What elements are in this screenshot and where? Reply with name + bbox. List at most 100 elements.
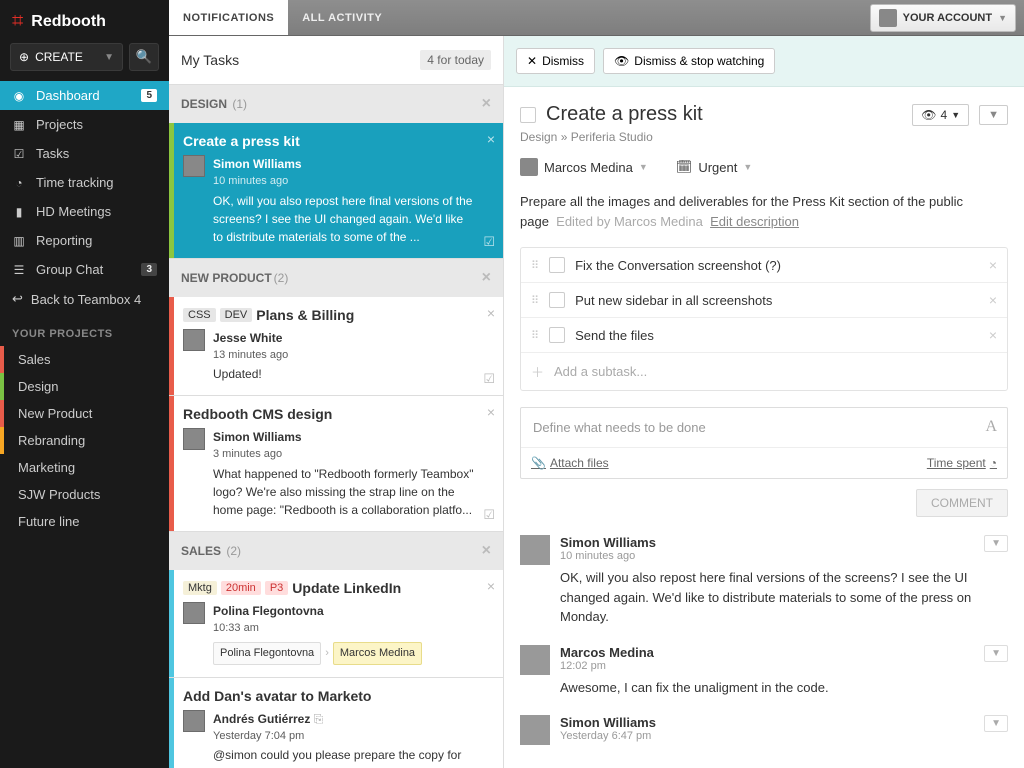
section-design: DESIGN (1)×: [169, 85, 503, 123]
logo[interactable]: ⌗ Redbooth: [0, 0, 169, 43]
subtask-text: Send the files: [575, 328, 654, 343]
comment-input[interactable]: Define what needs to be doneA: [521, 408, 1007, 447]
btn-label: Dismiss & stop watching: [634, 54, 764, 68]
drag-icon[interactable]: ⠿: [531, 294, 539, 307]
thread-menu[interactable]: ▼: [984, 645, 1008, 662]
close-icon[interactable]: ×: [482, 269, 491, 287]
sidebar-item-tasks[interactable]: ☑Tasks: [0, 139, 169, 168]
for-today-badge: 4 for today: [420, 50, 491, 70]
font-icon[interactable]: A: [985, 418, 997, 436]
time-spent-link[interactable]: Time spent◔: [927, 456, 997, 470]
arrow-icon: ›: [325, 645, 329, 662]
close-icon[interactable]: ×: [487, 131, 495, 147]
project-sales[interactable]: Sales: [0, 346, 169, 373]
thread-menu[interactable]: ▼: [984, 715, 1008, 732]
check-icon[interactable]: ☑: [483, 371, 495, 387]
project-newproduct[interactable]: New Product: [0, 400, 169, 427]
subtask-row[interactable]: ⠿Put new sidebar in all screenshots×: [521, 283, 1007, 318]
tag: P3: [265, 581, 288, 595]
task-title: Update LinkedIn: [292, 580, 401, 596]
project-sjw[interactable]: SJW Products: [0, 481, 169, 508]
sidebar-item-dashboard[interactable]: ◉ Dashboard 5: [0, 81, 169, 110]
drag-icon[interactable]: ⠿: [531, 259, 539, 272]
task-card-press[interactable]: Create a press kit × Simon Williams 10 m…: [169, 123, 503, 259]
task-author: Simon Williams: [213, 155, 475, 173]
task-time: 3 minutes ago: [213, 446, 475, 463]
add-subtask-row[interactable]: ＋Add a subtask...: [521, 353, 1007, 390]
task-card-plans[interactable]: CSSDEVPlans & Billing × Jesse White13 mi…: [169, 297, 503, 397]
task-title: Add Dan's avatar to Marketo: [183, 688, 475, 704]
close-icon[interactable]: ×: [487, 578, 495, 594]
back-icon: ↩: [12, 291, 23, 307]
chevron-down-icon: ▼: [104, 52, 114, 63]
close-icon[interactable]: ×: [482, 542, 491, 560]
subtask-text: Fix the Conversation screenshot (?): [575, 258, 781, 273]
drag-icon[interactable]: ⠿: [531, 329, 539, 342]
project-future[interactable]: Future line: [0, 508, 169, 535]
tab-notifications[interactable]: NOTIFICATIONS: [169, 0, 288, 35]
create-button[interactable]: ⊕ CREATE ▼: [10, 43, 123, 71]
task-card-dan[interactable]: Add Dan's avatar to Marketo Andrés Gutié…: [169, 678, 503, 768]
close-icon[interactable]: ×: [482, 95, 491, 113]
sidebar-item-hd[interactable]: ▮HD Meetings: [0, 197, 169, 226]
project-marketing[interactable]: Marketing: [0, 454, 169, 481]
delete-icon[interactable]: ×: [989, 257, 997, 273]
subtask-checkbox[interactable]: [549, 292, 565, 308]
search-button[interactable]: 🔍: [129, 43, 159, 71]
mytasks-header: My Tasks 4 for today: [169, 36, 503, 85]
sidebar-item-label: Dashboard: [36, 88, 100, 103]
sidebar-item-time[interactable]: ◔Time tracking: [0, 168, 169, 197]
delete-icon[interactable]: ×: [989, 327, 997, 343]
sidebar-item-projects[interactable]: ▦Projects: [0, 110, 169, 139]
dismiss-button[interactable]: ✕ Dismiss: [516, 48, 595, 74]
edited-by: Edited by Marcos Medina: [556, 214, 703, 229]
project-rebranding[interactable]: Rebranding: [0, 427, 169, 454]
section-name: NEW PRODUCT: [181, 271, 272, 285]
close-icon: ✕: [527, 54, 537, 68]
task-title: Redbooth CMS design: [183, 406, 475, 422]
close-icon[interactable]: ×: [487, 305, 495, 321]
due-picker[interactable]: 🗓Urgent▼: [676, 159, 752, 175]
comment-button[interactable]: COMMENT: [916, 489, 1008, 517]
thread-time: 12:02 pm: [560, 660, 974, 672]
eye-icon: 👁: [921, 108, 936, 122]
task-card-cms[interactable]: Redbooth CMS design × Simon Williams3 mi…: [169, 396, 503, 532]
sidebar: ⌗ Redbooth ⊕ CREATE ▼ 🔍 ◉ Dashboard 5 ▦P…: [0, 0, 169, 768]
dismiss-stop-button[interactable]: 👁Dismiss & stop watching: [603, 48, 775, 74]
sidebar-item-groupchat[interactable]: ☰Group Chat3: [0, 255, 169, 284]
thread-menu[interactable]: ▼: [984, 535, 1008, 552]
breadcrumb: Design » Periferia Studio: [520, 130, 1008, 144]
avatar: [183, 329, 205, 351]
account-button[interactable]: YOUR ACCOUNT ▼: [870, 4, 1016, 32]
attach-files-link[interactable]: 📎Attach files: [531, 456, 609, 470]
crumb[interactable]: Design: [520, 130, 557, 144]
task-author: Polina Flegontovna: [213, 602, 422, 620]
task-text: OK, will you also repost here final vers…: [213, 192, 475, 246]
btn-label: Dismiss: [542, 54, 584, 68]
tab-allactivity[interactable]: ALL ACTIVITY: [288, 0, 396, 35]
avatar: [520, 535, 550, 565]
back-link[interactable]: ↩Back to Teambox 4: [0, 284, 169, 314]
task-checkbox[interactable]: [520, 107, 536, 123]
subtask-row[interactable]: ⠿ Fix the Conversation screenshot (?) ×: [521, 248, 1007, 283]
project-design[interactable]: Design: [0, 373, 169, 400]
section-count: (1): [232, 97, 247, 111]
subtask-checkbox[interactable]: [549, 257, 565, 273]
check-icon[interactable]: ☑: [483, 234, 495, 250]
sidebar-item-label: Tasks: [36, 146, 69, 161]
sidebar-item-reporting[interactable]: ▥Reporting: [0, 226, 169, 255]
assignee-picker[interactable]: Marcos Medina▼: [520, 158, 648, 176]
subtask-checkbox[interactable]: [549, 327, 565, 343]
delete-icon[interactable]: ×: [989, 292, 997, 308]
more-button[interactable]: ▼: [979, 105, 1008, 125]
close-icon[interactable]: ×: [487, 404, 495, 420]
subtask-row[interactable]: ⠿ Send the files ×: [521, 318, 1007, 353]
task-list-column: My Tasks 4 for today DESIGN (1)× Create …: [169, 36, 504, 768]
task-card-linkedin[interactable]: Mktg20minP3Update LinkedIn × Polina Fleg…: [169, 570, 503, 678]
watchers-button[interactable]: 👁4▼: [912, 104, 969, 126]
check-icon[interactable]: ☑: [483, 507, 495, 523]
edit-description-link[interactable]: Edit description: [710, 214, 799, 229]
due-label: Urgent: [698, 160, 737, 175]
task-author: Andrés Gutiérrez: [213, 712, 310, 726]
crumb[interactable]: Periferia Studio: [571, 130, 653, 144]
